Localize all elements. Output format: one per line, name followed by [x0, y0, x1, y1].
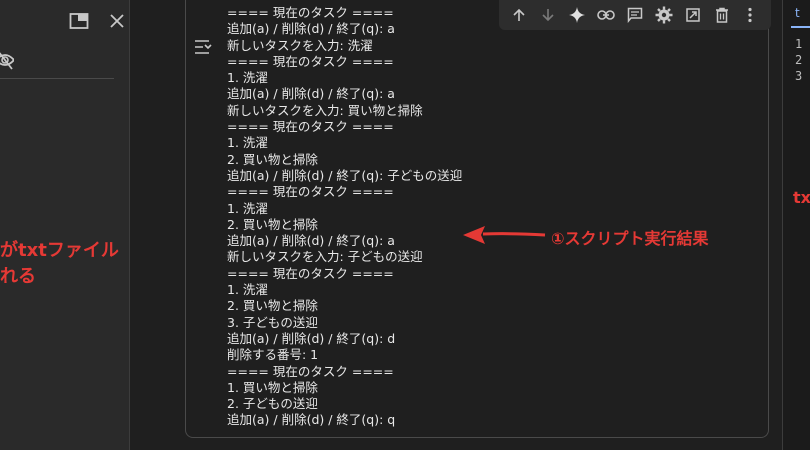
trash-icon[interactable]: [710, 3, 734, 27]
output-line: ==== 現在のタスク ====: [227, 119, 394, 135]
output-line: 2. 子どもの送迎: [227, 396, 318, 412]
divider: [0, 78, 114, 79]
file-tab[interactable]: t: [791, 6, 810, 28]
output-line: 追加(a) / 削除(d) / 終了(q): a: [227, 21, 395, 37]
annotation-left: がtxtファイル れる: [0, 238, 119, 290]
output-line: 新しいタスクを入力: 子どもの送迎: [227, 249, 423, 265]
visibility-off-icon[interactable]: [0, 50, 16, 74]
output-line: 1. 買い物と掃除: [227, 379, 318, 395]
annotation-right: tx: [793, 188, 810, 207]
mirror-cell-icon[interactable]: [681, 3, 705, 27]
annotation-left-line1: がtxtファイル: [0, 240, 119, 261]
output-line: 1. 洗濯: [227, 200, 268, 216]
annotation-script-result: ①スクリプト実行結果: [551, 229, 709, 248]
output-line: 2. 買い物と掃除: [227, 216, 318, 232]
arrow-up-icon[interactable]: [507, 3, 531, 27]
cell-output-area: ==== 現在のタスク ==== 追加(a) / 削除(d) / 終了(q): a…: [131, 0, 781, 450]
line-number: 1: [795, 37, 803, 51]
gear-icon[interactable]: [652, 3, 676, 27]
output-line: 1. 洗濯: [227, 282, 268, 298]
script-output-text: ==== 現在のタスク ==== 追加(a) / 削除(d) / 終了(q): a…: [227, 5, 462, 429]
left-panel-toolbar: [68, 10, 128, 32]
comment-icon[interactable]: [623, 3, 647, 27]
arrow-down-icon[interactable]: [536, 3, 560, 27]
output-line: 新しいタスクを入力: 洗濯: [227, 37, 373, 53]
file-tab-label: t: [795, 6, 800, 20]
output-line: 新しいタスクを入力: 買い物と掃除: [227, 102, 423, 118]
output-line: 1. 洗濯: [227, 70, 268, 86]
output-line: ==== 現在のタスク ====: [227, 5, 394, 20]
output-line: 追加(a) / 削除(d) / 終了(q): a: [227, 86, 395, 102]
sparkle-icon[interactable]: [565, 3, 589, 27]
close-icon[interactable]: [106, 10, 128, 32]
annotation-arrow-icon: [463, 226, 546, 244]
open-in-new-panel-icon[interactable]: [68, 10, 90, 32]
output-line: ==== 現在のタスク ====: [227, 53, 394, 69]
left-panel: がtxtファイル れる: [0, 0, 130, 450]
output-line: 2. 買い物と掃除: [227, 298, 318, 314]
right-editor-panel: t 1 2 3 tx: [782, 0, 810, 450]
link-icon[interactable]: [594, 3, 618, 27]
output-line: ==== 現在のタスク ====: [227, 184, 394, 200]
output-line: 追加(a) / 削除(d) / 終了(q): a: [227, 233, 395, 249]
output-line: 追加(a) / 削除(d) / 終了(q): q: [227, 412, 396, 428]
line-numbers: 1 2 3: [795, 36, 802, 84]
more-vert-icon[interactable]: [738, 3, 762, 27]
output-line: 追加(a) / 削除(d) / 終了(q): 子どもの送迎: [227, 167, 463, 183]
line-number: 2: [795, 53, 803, 67]
output-line: ==== 現在のタスク ====: [227, 265, 394, 281]
output-line: 削除する番号: 1: [227, 347, 319, 363]
output-line: 1. 洗濯: [227, 135, 268, 151]
line-number: 3: [795, 69, 803, 83]
output-line: 2. 買い物と掃除: [227, 151, 318, 167]
output-settings-icon[interactable]: [193, 38, 213, 60]
output-line: 追加(a) / 削除(d) / 終了(q): d: [227, 330, 396, 346]
cell-toolbar: [499, 0, 771, 30]
output-line: ==== 現在のタスク ====: [227, 363, 394, 379]
output-line: 3. 子どもの送迎: [227, 314, 318, 330]
annotation-left-line2: れる: [0, 266, 36, 287]
